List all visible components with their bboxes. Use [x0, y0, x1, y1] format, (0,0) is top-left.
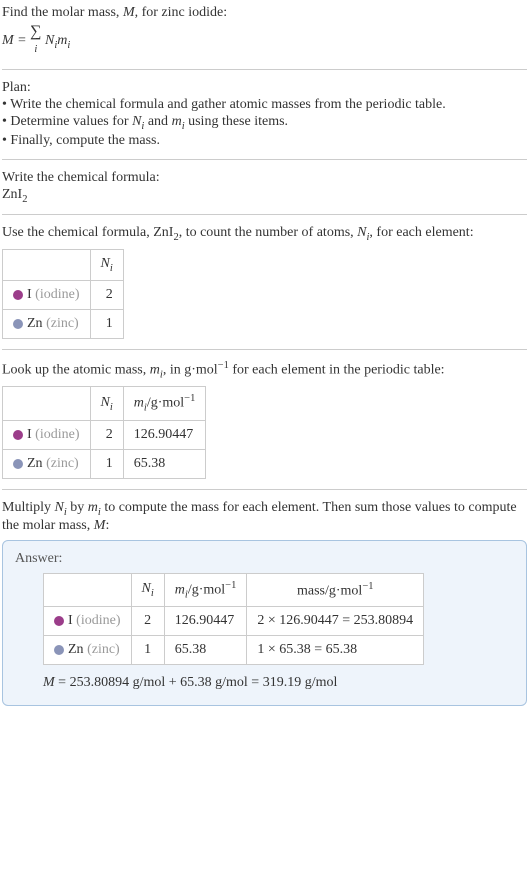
- divider: [2, 159, 527, 160]
- intro-M: M: [123, 5, 135, 20]
- table-row: Zn (zinc) 1: [3, 309, 124, 338]
- s2t1: Use the chemical formula, ZnI: [2, 225, 173, 240]
- table-header-row: Ni mi/g·mol−1 mass/g·mol−1: [44, 573, 424, 606]
- cell-m: 65.38: [164, 636, 247, 665]
- dot-icon: [13, 430, 23, 440]
- intro-section: Find the molar mass, M, for zinc iodide:…: [2, 5, 527, 59]
- b2b: and: [144, 114, 171, 129]
- table-row: Zn (zinc) 1 65.38: [3, 449, 206, 478]
- step2-table: Ni I (iodine) 2 Zn (zinc) 1: [2, 249, 124, 339]
- table-row: I (iodine) 2 126.90447: [3, 420, 206, 449]
- dot-icon: [13, 319, 23, 329]
- th-empty: [44, 573, 132, 606]
- eq-M: M: [2, 33, 14, 48]
- step1-section: Write the chemical formula: ZnI2: [2, 170, 527, 205]
- step1-formula: ZnI2: [2, 187, 527, 205]
- cell-element: I (iodine): [3, 280, 91, 309]
- th-N: Ni: [90, 250, 123, 281]
- answer-box: Answer: Ni mi/g·mol−1 mass/g·mol−1 I (io…: [2, 540, 527, 706]
- sigma: ∑: [30, 23, 41, 40]
- th-empty: [3, 387, 91, 420]
- table-header-row: Ni mi/g·mol−1: [3, 387, 206, 420]
- divider: [2, 349, 527, 350]
- th-m: mi/g·mol−1: [164, 573, 247, 606]
- eq-mi: i: [67, 40, 70, 51]
- answer-title: Answer:: [15, 551, 514, 567]
- sigma-sub: i: [34, 44, 37, 55]
- s3sup: −1: [218, 360, 229, 371]
- step3-table: Ni mi/g·mol−1 I (iodine) 2 126.90447 Zn …: [2, 386, 206, 478]
- plan-bullet-3: • Finally, compute the mass.: [2, 133, 527, 149]
- dot-icon: [54, 616, 64, 626]
- cell-element: Zn (zinc): [44, 636, 132, 665]
- divider: [2, 214, 527, 215]
- intro-line-1: Find the molar mass, M, for zinc iodide:: [2, 5, 527, 21]
- s2t3: , for each element:: [369, 225, 473, 240]
- cell-m: 65.38: [123, 449, 206, 478]
- eq-m: m: [57, 33, 67, 48]
- table-row: Zn (zinc) 1 65.38 1 × 65.38 = 65.38: [44, 636, 424, 665]
- plan-bullet-2: • Determine values for Ni and mi using t…: [2, 114, 527, 132]
- intro-text2: , for zinc iodide:: [135, 5, 228, 20]
- th-N: Ni: [90, 387, 123, 420]
- th-N: Ni: [131, 573, 164, 606]
- zni: ZnI: [2, 187, 22, 202]
- divider: [2, 489, 527, 490]
- cell-mass: 1 × 65.38 = 65.38: [247, 636, 424, 665]
- cell-element: Zn (zinc): [3, 309, 91, 338]
- cell-n: 1: [90, 309, 123, 338]
- divider: [2, 69, 527, 70]
- cell-n: 2: [90, 280, 123, 309]
- final-text: = 253.80894 g/mol + 65.38 g/mol = 319.19…: [55, 675, 338, 690]
- table-header-row: Ni: [3, 250, 124, 281]
- step1-title: Write the chemical formula:: [2, 170, 527, 186]
- intro-formula: M = ∑i Nimi: [2, 23, 527, 59]
- plan-bullet-1: • Write the chemical formula and gather …: [2, 97, 527, 113]
- answer-table: Ni mi/g·mol−1 mass/g·mol−1 I (iodine) 2 …: [43, 573, 424, 665]
- step4-text: Multiply Ni by mi to compute the mass fo…: [2, 500, 527, 534]
- final-M: M: [43, 675, 55, 690]
- answer-content: Ni mi/g·mol−1 mass/g·mol−1 I (iodine) 2 …: [15, 573, 514, 691]
- step2-text: Use the chemical formula, ZnI2, to count…: [2, 225, 527, 243]
- s3t2: , in g·mol: [163, 363, 218, 378]
- cell-n: 1: [90, 449, 123, 478]
- cell-m: 126.90447: [164, 607, 247, 636]
- cell-m: 126.90447: [123, 420, 206, 449]
- table-row: I (iodine) 2: [3, 280, 124, 309]
- step3-section: Look up the atomic mass, mi, in g·mol−1 …: [2, 360, 527, 479]
- cell-n: 1: [131, 636, 164, 665]
- plan-title: Plan:: [2, 80, 527, 96]
- step3-text: Look up the atomic mass, mi, in g·mol−1 …: [2, 360, 527, 380]
- s3t3: for each element in the periodic table:: [229, 363, 445, 378]
- dot-icon: [13, 459, 23, 469]
- dot-icon: [54, 645, 64, 655]
- step2-section: Use the chemical formula, ZnI 2 , to count…: [2, 225, 527, 339]
- s3m: m: [150, 363, 160, 378]
- cell-n: 2: [131, 607, 164, 636]
- cell-element: I (iodine): [3, 420, 91, 449]
- cell-element: Zn (zinc): [3, 449, 91, 478]
- plan-section: Plan: • Write the chemical formula and g…: [2, 80, 527, 149]
- s2N: N: [357, 225, 366, 240]
- b2c: using these items.: [185, 114, 288, 129]
- step4-section: Multiply Ni by mi to compute the mass fo…: [2, 500, 527, 706]
- final-answer: M = 253.80894 g/mol + 65.38 g/mol = 319.…: [43, 675, 514, 691]
- zni-sub: 2: [22, 193, 27, 204]
- eq-eq: =: [14, 33, 30, 48]
- dot-icon: [13, 290, 23, 300]
- th-m: mi/g·mol−1: [123, 387, 206, 420]
- intro-text: Find the molar mass,: [2, 5, 123, 20]
- cell-n: 2: [90, 420, 123, 449]
- th-mass: mass/g·mol−1: [247, 573, 424, 606]
- b2a: • Determine values for: [2, 114, 132, 129]
- s2t2: , to count the number of atoms,: [179, 225, 357, 240]
- cell-element: I (iodine): [44, 607, 132, 636]
- eq-N: N: [42, 33, 55, 48]
- s3t1: Look up the atomic mass,: [2, 363, 150, 378]
- b2m: m: [172, 114, 182, 129]
- th-empty: [3, 250, 91, 281]
- table-row: I (iodine) 2 126.90447 2 × 126.90447 = 2…: [44, 607, 424, 636]
- cell-mass: 2 × 126.90447 = 253.80894: [247, 607, 424, 636]
